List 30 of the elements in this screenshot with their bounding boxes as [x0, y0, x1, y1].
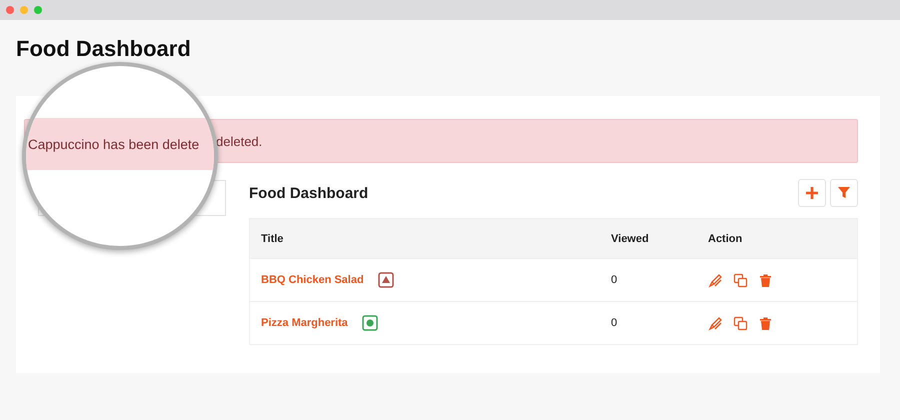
alert-message: deleted. [216, 134, 262, 148]
copy-icon [733, 272, 748, 288]
copy-button[interactable] [733, 272, 748, 288]
plus-icon [805, 186, 819, 200]
column-header: Title [261, 232, 284, 244]
trash-icon [758, 272, 773, 288]
panel-title: Food Dashboard [249, 184, 368, 202]
magnified-alert-text: Cappuccino has been delete [28, 136, 200, 152]
pencil-icon [708, 316, 723, 330]
copy-icon [733, 316, 748, 330]
column-header: Viewed [611, 232, 650, 244]
add-button[interactable] [798, 179, 826, 207]
delete-button[interactable] [758, 316, 773, 330]
viewed-count: 0 [611, 274, 618, 286]
item-title-link[interactable]: BBQ Chicken Salad [261, 274, 364, 286]
minimize-dot-icon[interactable] [20, 6, 28, 14]
column-header: Action [708, 232, 744, 244]
edit-button[interactable] [708, 272, 723, 288]
copy-button[interactable] [733, 316, 748, 330]
delete-button[interactable] [758, 272, 773, 288]
close-dot-icon[interactable] [6, 6, 14, 14]
maximize-dot-icon[interactable] [34, 6, 42, 14]
page-title: Food Dashboard [16, 36, 191, 62]
filter-button[interactable] [830, 179, 858, 207]
viewed-count: 0 [611, 317, 618, 329]
trash-icon [758, 316, 773, 330]
filter-icon [838, 187, 850, 199]
pencil-icon [708, 272, 723, 288]
item-title-link[interactable]: Pizza Margherita [261, 317, 348, 329]
edit-button[interactable] [708, 316, 723, 330]
